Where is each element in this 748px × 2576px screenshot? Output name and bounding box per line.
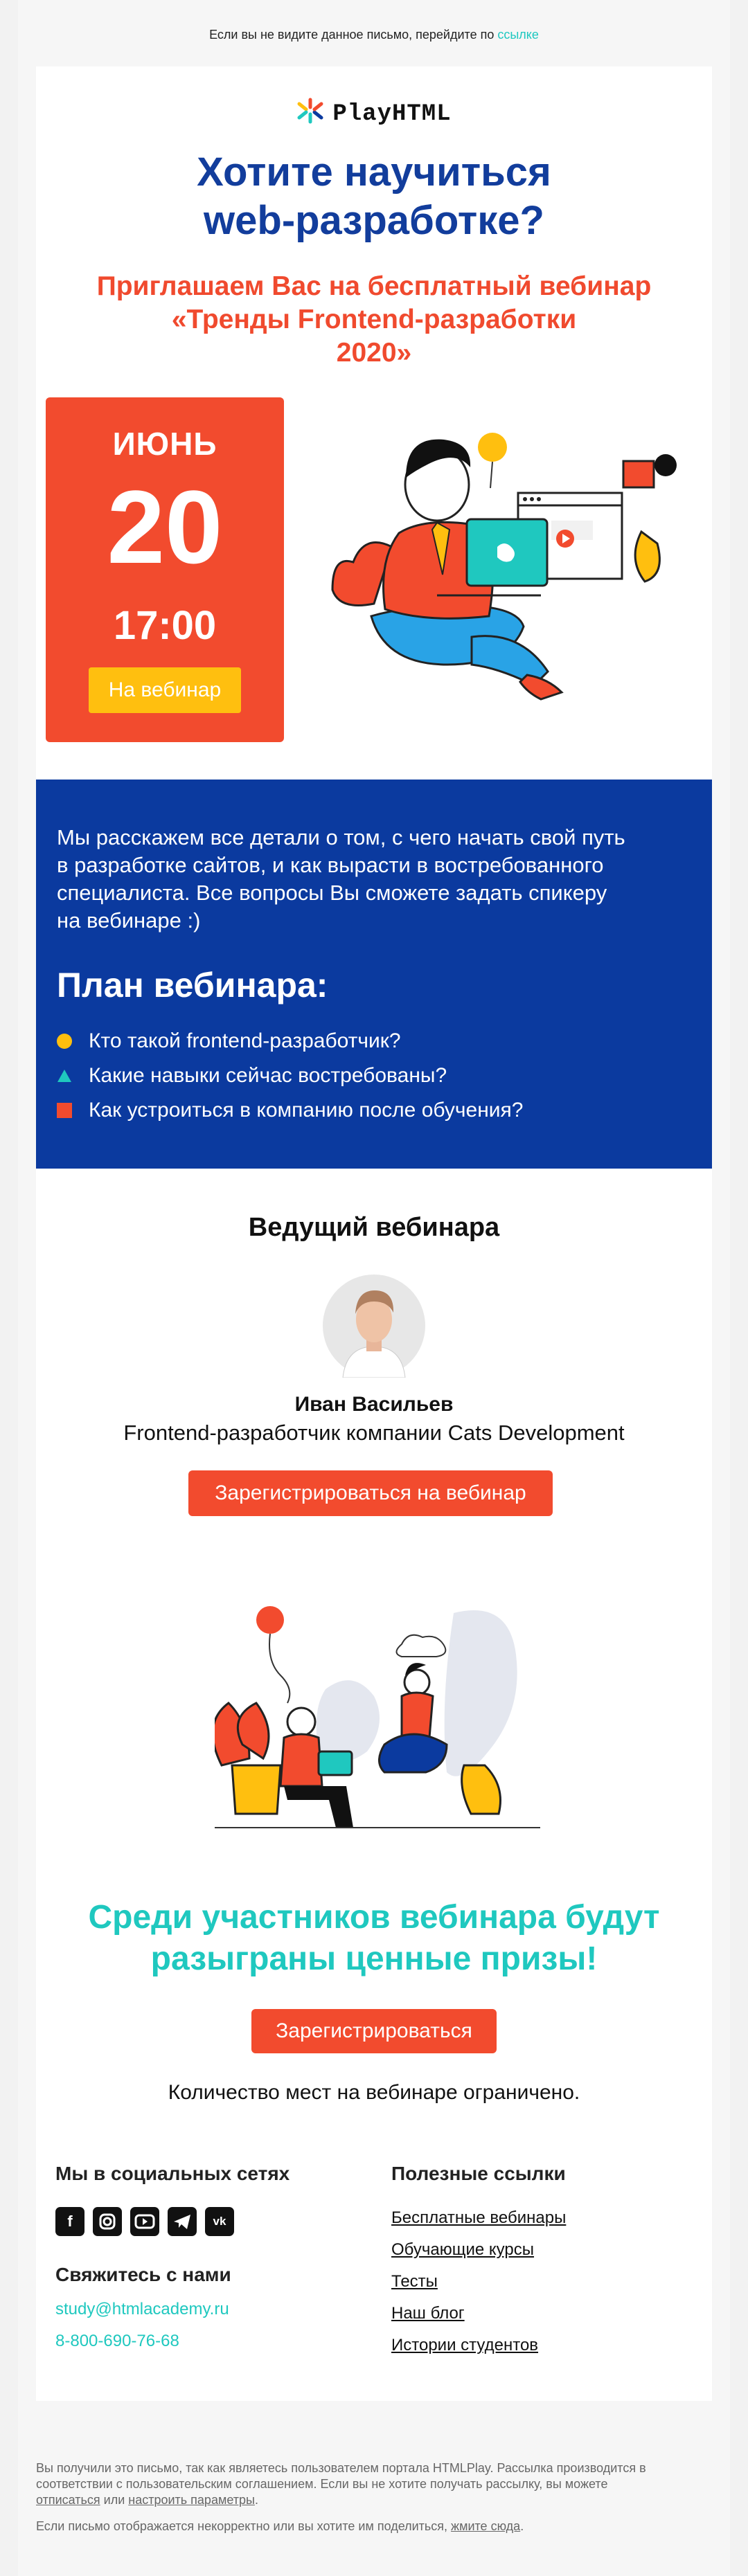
plan-item: Кто такой frontend-разработчик? <box>57 1027 401 1055</box>
contact-title: Свяжитесь с нами <box>55 2264 231 2285</box>
team-illustration <box>215 1606 540 1828</box>
unsubscribe-link[interactable]: отписаться <box>36 2493 100 2507</box>
legal-webversion: Если письмо отображается некорректно или… <box>36 2519 712 2534</box>
contact-phone-link[interactable]: 8-800-690-76-68 <box>55 2332 179 2351</box>
teal-triangle-icon <box>57 1070 71 1082</box>
social-title: Мы в социальных сетях <box>55 2163 290 2184</box>
link-courses[interactable]: Обучающие курсы <box>391 2240 534 2260</box>
about-section: Мы расскажем все детали о том, с чего на… <box>36 780 712 1169</box>
register-button[interactable]: Зарегистрироваться <box>251 2009 497 2053</box>
email-page: Если вы не видите данное письмо, перейди… <box>0 0 748 2576</box>
contact-email-link[interactable]: study@htmlacademy.ru <box>55 2300 229 2319</box>
about-line: Мы расскажем все детали о том, с чего на… <box>57 825 625 849</box>
instagram-icon[interactable] <box>93 2207 122 2236</box>
legal-line: соответствии с пользовательским соглашен… <box>36 2477 608 2491</box>
about-line: специалиста. Все вопросы Вы сможете зада… <box>57 881 607 905</box>
legal-line: Вы получили это письмо, так как являетес… <box>36 2461 646 2475</box>
date-month: ИЮНЬ <box>112 426 217 462</box>
prizes-title-line: Среди участников вебинара будут <box>88 1899 660 1936</box>
about-line: в разработке сайтов, и как вырасти в вос… <box>57 853 604 877</box>
web-version-link[interactable]: жмите сюда <box>451 2519 520 2533</box>
plan-item: Как устроиться в компанию после обучения… <box>57 1097 523 1124</box>
plan-item: Какие навыки сейчас востребованы? <box>57 1062 447 1090</box>
date-time: 17:00 <box>113 603 217 648</box>
legal-notice: Вы получили это письмо, так как являетес… <box>36 2460 712 2508</box>
plan-item-text: Кто такой frontend-разработчик? <box>89 1029 401 1052</box>
vk-icon[interactable]: vk <box>205 2207 234 2236</box>
hero-subtitle-line: 2020» <box>336 338 412 368</box>
useful-links-title: Полезные ссылки <box>391 2163 566 2184</box>
hero-subtitle-line: Приглашаем Вас на бесплатный вебинар <box>96 271 652 301</box>
hero-subtitle-line: «Тренды Frontend-разработки <box>171 305 577 334</box>
telegram-icon[interactable] <box>168 2207 197 2236</box>
link-tests[interactable]: Тесты <box>391 2272 438 2291</box>
speaker-section-title: Ведущий вебинара <box>248 1213 500 1242</box>
hero-title-line: Хотите научиться <box>197 150 551 195</box>
brand-name: PlayHTML <box>332 100 452 127</box>
speaker-role: Frontend-разработчик компании Cats Devel… <box>123 1421 625 1445</box>
brand-logo[interactable]: PlayHTML <box>0 98 748 127</box>
legal-dot: . <box>254 2493 258 2507</box>
date-box: ИЮНЬ 20 17:00 На вебинар <box>46 397 284 742</box>
places-limited-text: Количество мест на вебинаре ограничено. <box>168 2081 580 2104</box>
yellow-circle-icon <box>57 1034 72 1049</box>
link-blog[interactable]: Наш блог <box>391 2304 465 2323</box>
link-free-webinars[interactable]: Бесплатные вебинары <box>391 2208 566 2228</box>
settings-link[interactable]: настроить параметры <box>128 2493 255 2507</box>
about-line: на вебинаре :) <box>57 908 201 933</box>
hero-title-line: web-разработке? <box>204 198 544 243</box>
plan-item-text: Как устроиться в компанию после обучения… <box>89 1099 524 1122</box>
plan-item-text: Какие навыки сейчас востребованы? <box>89 1064 447 1087</box>
prizes-title: Среди участников вебинара будут разыгран… <box>0 1897 748 1980</box>
logo-icon <box>297 98 323 124</box>
legal-line: Если письмо отображается некорректно или… <box>36 2519 452 2533</box>
to-webinar-button[interactable]: На вебинар <box>89 667 241 713</box>
date-day: 20 <box>107 469 223 585</box>
preheader-text: Если вы не видите данное письмо, перейди… <box>209 28 498 42</box>
speaker-name: Иван Васильев <box>294 1393 454 1416</box>
plan-title: План вебинара: <box>57 966 328 1005</box>
legal-dot: . <box>520 2519 524 2533</box>
legal-or: или <box>100 2493 129 2507</box>
hero-subtitle: Приглашаем Вас на бесплатный вебинар «Тр… <box>0 270 748 370</box>
hero-illustration <box>331 433 677 701</box>
youtube-icon[interactable] <box>130 2207 159 2236</box>
hero-title: Хотите научиться web-разработке? <box>0 148 748 245</box>
speaker-avatar <box>323 1275 425 1378</box>
register-webinar-button[interactable]: Зарегистрироваться на вебинар <box>188 1470 553 1516</box>
preheader: Если вы не видите данное письмо, перейди… <box>0 28 748 42</box>
red-square-icon <box>57 1103 72 1118</box>
about-text: Мы расскажем все детали о том, с чего на… <box>57 824 652 935</box>
facebook-icon[interactable]: f <box>55 2207 84 2236</box>
view-online-link[interactable]: ссылке <box>497 28 539 42</box>
link-student-stories[interactable]: Истории студентов <box>391 2336 538 2355</box>
legal-line: отписаться или настроить параметры. <box>36 2492 712 2508</box>
prizes-title-line: разыграны ценные призы! <box>150 1940 598 1977</box>
